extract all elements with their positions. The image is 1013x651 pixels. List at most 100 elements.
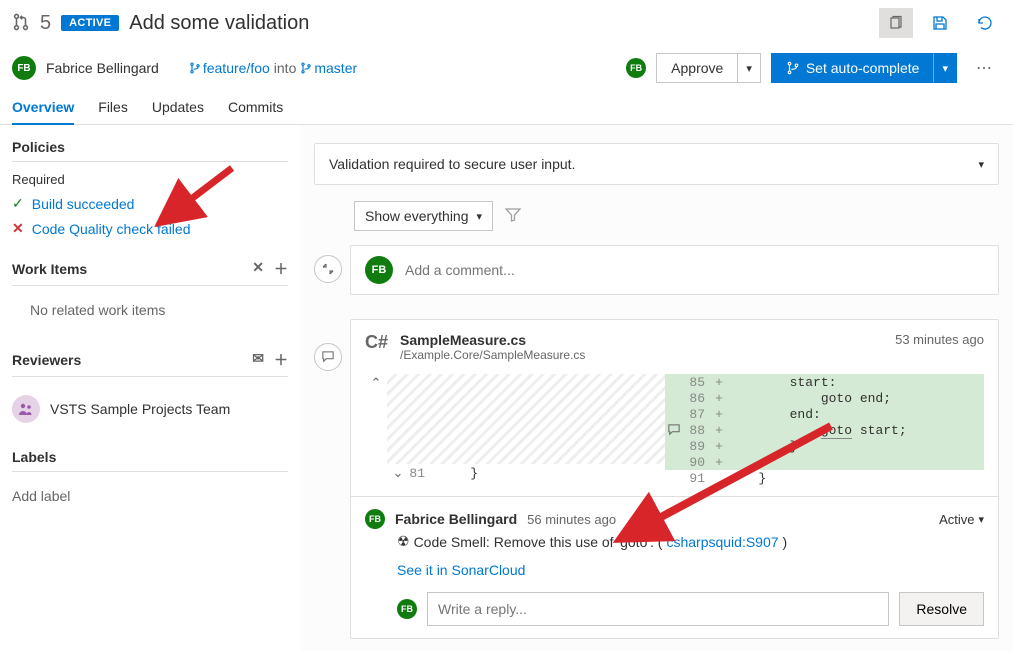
- sidebar: Policies Required ✓ Build succeeded ✕ Co…: [0, 125, 300, 651]
- code-line: 90+: [665, 454, 984, 470]
- chevron-down-icon: ▾: [978, 513, 984, 526]
- code-line: 89+ }: [665, 438, 984, 454]
- diff-marker: +: [711, 375, 727, 390]
- author-avatar[interactable]: FB: [12, 56, 36, 80]
- show-filter[interactable]: Show everything ▾: [354, 201, 493, 231]
- sonar-link[interactable]: See it in SonarCloud: [397, 562, 525, 578]
- chevron-down-icon: ▾: [477, 210, 483, 223]
- file-name[interactable]: SampleMeasure.cs: [400, 332, 883, 348]
- branch-info: feature/foo into master: [189, 60, 357, 76]
- more-button[interactable]: ⋯: [967, 53, 1001, 83]
- code-text: end:: [727, 407, 821, 422]
- disc-status-label: Active: [939, 512, 974, 527]
- required-label: Required: [12, 172, 288, 187]
- line-number: 86: [683, 391, 711, 406]
- tab-overview[interactable]: Overview: [12, 91, 74, 125]
- target-branch[interactable]: master: [300, 60, 357, 76]
- add-reviewer-icon[interactable]: ＋: [274, 350, 288, 370]
- add-workitem-icon[interactable]: ＋: [274, 259, 288, 279]
- code-text: }: [431, 466, 478, 481]
- filter-icon[interactable]: [505, 207, 521, 226]
- undo-icon[interactable]: [967, 8, 1001, 38]
- into-label: into: [274, 60, 297, 76]
- discussion: FB Fabrice Bellingard 56 minutes ago Act…: [351, 496, 998, 638]
- disc-author: Fabrice Bellingard: [395, 511, 517, 527]
- fail-icon: ✕: [12, 220, 24, 237]
- issue-close-paren: ): [783, 534, 788, 550]
- tab-updates[interactable]: Updates: [152, 91, 204, 124]
- diff: ⌃ ⌄ 81 } 85+ start:86+ goto: [351, 374, 998, 496]
- file-header: C# SampleMeasure.cs /Example.Core/Sample…: [351, 320, 998, 374]
- labels-title: Labels: [12, 449, 288, 472]
- policy-quality: ✕ Code Quality check failed: [12, 216, 288, 241]
- source-branch[interactable]: feature/foo: [189, 60, 270, 76]
- file-path: /Example.Core/SampleMeasure.cs: [400, 348, 883, 362]
- reviewer-team[interactable]: VSTS Sample Projects Team: [12, 387, 288, 431]
- show-filter-label: Show everything: [365, 208, 469, 224]
- main-panel: Validation required to secure user input…: [300, 125, 1013, 651]
- code-line: 86+ goto end;: [665, 390, 984, 406]
- tab-files[interactable]: Files: [98, 91, 128, 124]
- collapse-down-icon[interactable]: ⌄: [387, 466, 409, 481]
- approve-group: Approve ▾: [656, 53, 761, 83]
- autocomplete-dropdown[interactable]: ▾: [933, 53, 957, 83]
- reply-input[interactable]: [427, 592, 889, 626]
- pr-icon: [12, 13, 30, 34]
- line-number: 81: [409, 466, 431, 481]
- approve-dropdown[interactable]: ▾: [737, 53, 761, 83]
- code-line: 88+ goto start;: [665, 422, 984, 438]
- autocomplete-button[interactable]: Set auto-complete: [771, 53, 934, 83]
- comment-input[interactable]: [405, 262, 984, 278]
- diff-marker: +: [711, 407, 727, 422]
- copy-icon[interactable]: [879, 8, 913, 38]
- close-icon[interactable]: ✕: [252, 259, 264, 279]
- add-comment-box[interactable]: FB: [350, 245, 999, 295]
- author-name: Fabrice Bellingard: [46, 60, 159, 76]
- mail-icon[interactable]: ✉: [252, 350, 264, 370]
- code-line: 91 }: [665, 470, 984, 486]
- policy-build: ✓ Build succeeded: [12, 191, 288, 216]
- code-text: }: [727, 471, 766, 486]
- code-text: goto start;: [727, 423, 907, 438]
- policy-quality-link[interactable]: Code Quality check failed: [32, 221, 191, 237]
- reviewers-title: Reviewers ✉ ＋: [12, 350, 288, 377]
- pr-header: 5 ACTIVE Add some validation: [0, 0, 1013, 47]
- disc-status[interactable]: Active ▾: [939, 512, 984, 527]
- team-avatar: [12, 395, 40, 423]
- policies-title: Policies: [12, 139, 288, 162]
- resolve-button[interactable]: Resolve: [899, 592, 984, 626]
- issue-text: Code Smell: Remove this use of 'goto'. (: [414, 534, 663, 550]
- line-number: 91: [683, 471, 711, 486]
- collapse-up-icon[interactable]: ⌃: [371, 374, 382, 464]
- page-title: Add some validation: [129, 12, 309, 35]
- workitems-title: Work Items ✕ ＋: [12, 259, 288, 286]
- rail-comment-icon[interactable]: [314, 343, 342, 371]
- rule-link[interactable]: csharpsquid:S907: [666, 534, 778, 550]
- reviewer-name: VSTS Sample Projects Team: [50, 401, 230, 417]
- alert-text: Validation required to secure user input…: [329, 156, 575, 172]
- check-icon: ✓: [12, 195, 24, 212]
- diff-marker: +: [711, 455, 727, 470]
- add-label[interactable]: Add label: [12, 482, 288, 504]
- tab-commits[interactable]: Commits: [228, 91, 283, 124]
- autocomplete-label: Set auto-complete: [806, 60, 920, 76]
- line-number: 87: [683, 407, 711, 422]
- approve-button[interactable]: Approve: [656, 53, 737, 83]
- pr-number: 5: [40, 12, 51, 35]
- save-icon[interactable]: [923, 8, 957, 38]
- status-badge: ACTIVE: [61, 15, 119, 31]
- line-number: 88: [683, 423, 711, 438]
- line-number: 90: [683, 455, 711, 470]
- policy-build-link[interactable]: Build succeeded: [32, 196, 135, 212]
- diff-added: 85+ start:86+ goto end;87+ end:88+ goto …: [665, 374, 984, 486]
- diff-removed-placeholder: [387, 374, 665, 464]
- rail-expand-icon[interactable]: [314, 255, 342, 283]
- reviewer-avatar-sm[interactable]: FB: [626, 58, 646, 78]
- tabs: Overview Files Updates Commits: [0, 91, 1013, 125]
- validation-alert[interactable]: Validation required to secure user input…: [314, 143, 999, 185]
- filter-row: Show everything ▾: [354, 201, 999, 231]
- issue-summary: ☢ Code Smell: Remove this use of 'goto'.…: [397, 533, 984, 550]
- diff-marker: +: [711, 439, 727, 454]
- line-comment-icon[interactable]: [665, 424, 683, 436]
- chevron-down-icon: ▾: [746, 62, 752, 75]
